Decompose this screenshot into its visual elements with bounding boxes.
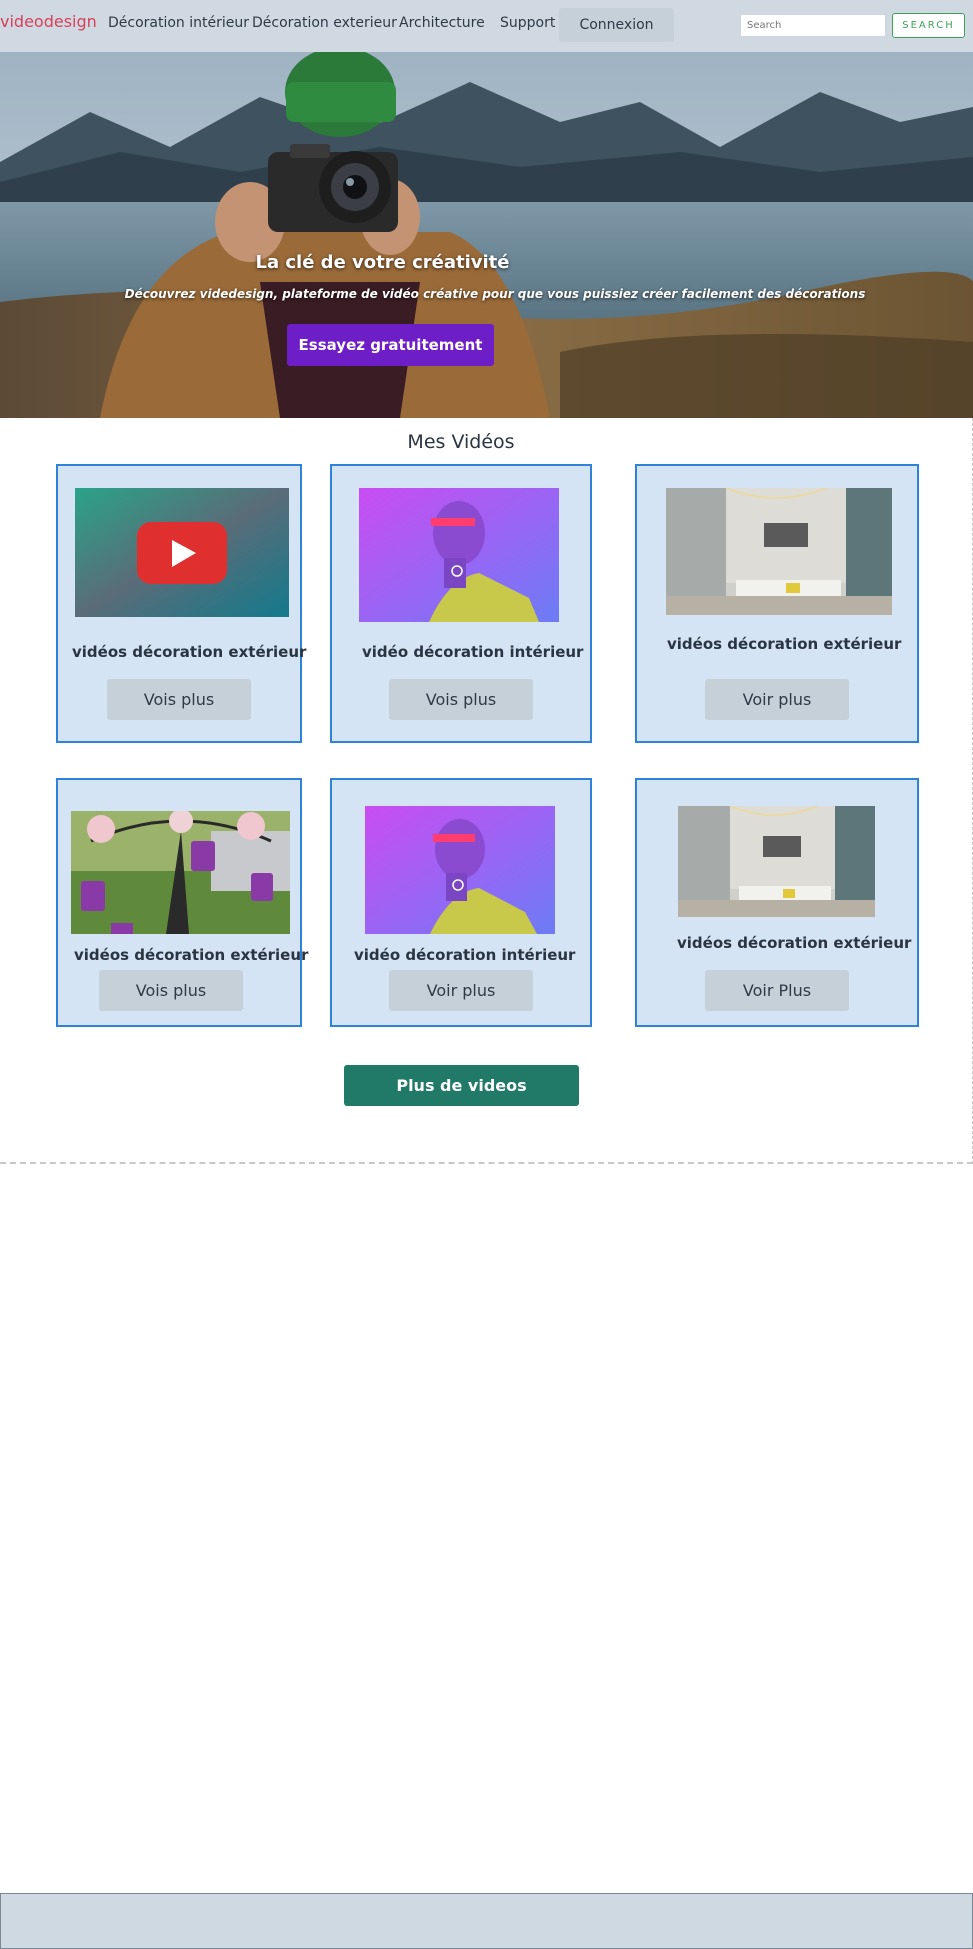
video-card[interactable]: vidéo décoration intérieur Voir plus bbox=[330, 778, 592, 1027]
video-thumbnail[interactable] bbox=[359, 488, 559, 622]
try-free-button[interactable]: Essayez gratuitement bbox=[287, 324, 494, 366]
card-more-button[interactable]: Voir plus bbox=[389, 970, 533, 1011]
hanging-lanterns-thumbnail bbox=[71, 811, 290, 934]
section-title: Mes Vidéos bbox=[407, 431, 515, 453]
video-card[interactable]: vidéos décoration extérieur Voir plus bbox=[635, 464, 919, 743]
video-thumbnail[interactable] bbox=[678, 806, 875, 917]
card-title: vidéos décoration extérieur bbox=[667, 635, 902, 653]
card-title: vidéo décoration intérieur bbox=[362, 643, 584, 661]
neon-portrait-thumbnail bbox=[359, 488, 559, 622]
nav-link-architecture[interactable]: Architecture bbox=[399, 15, 485, 31]
living-room-thumbnail bbox=[666, 488, 892, 615]
nav-link-decoration-interieur[interactable]: Décoration intérieur bbox=[108, 15, 249, 31]
video-card[interactable]: vidéo décoration intérieur Vois plus bbox=[330, 464, 592, 743]
living-room-thumbnail bbox=[678, 806, 875, 917]
video-card[interactable]: vidéos décoration extérieur Voir Plus bbox=[635, 778, 919, 1027]
more-videos-button[interactable]: Plus de videos bbox=[344, 1065, 579, 1106]
card-more-button[interactable]: Voir plus bbox=[705, 679, 849, 720]
card-title: vidéos décoration extérieur bbox=[74, 946, 309, 964]
hero-banner: La clé de votre créativité Découvrez vid… bbox=[0, 52, 973, 418]
neon-portrait-thumbnail bbox=[365, 806, 555, 934]
page-footer bbox=[0, 1893, 973, 1949]
hero-subtitle: Découvrez videdesign, plateforme de vidé… bbox=[124, 287, 866, 301]
card-more-button[interactable]: Vois plus bbox=[107, 679, 251, 720]
search-input[interactable] bbox=[740, 14, 886, 37]
video-card[interactable]: vidéos décoration extérieur Vois plus bbox=[56, 778, 308, 1027]
card-more-button[interactable]: Vois plus bbox=[389, 679, 533, 720]
card-title: vidéo décoration intérieur bbox=[354, 946, 576, 964]
brand-logo[interactable]: videodesign bbox=[0, 12, 97, 31]
top-navbar: videodesign Décoration intérieur Décorat… bbox=[0, 0, 973, 52]
video-thumbnail[interactable] bbox=[666, 488, 892, 615]
nav-link-decoration-exterieur[interactable]: Décoration exterieur bbox=[252, 15, 397, 31]
youtube-thumbnail bbox=[75, 488, 289, 617]
video-thumbnail[interactable] bbox=[75, 488, 289, 617]
card-more-button[interactable]: Voir Plus bbox=[705, 970, 849, 1011]
connexion-button[interactable]: Connexion bbox=[559, 8, 674, 42]
search-button[interactable]: SEARCH bbox=[892, 13, 965, 38]
video-thumbnail[interactable] bbox=[71, 811, 290, 934]
card-title: vidéos décoration extérieur bbox=[72, 643, 307, 661]
card-title: vidéos décoration extérieur bbox=[677, 934, 912, 952]
video-thumbnail[interactable] bbox=[365, 806, 555, 934]
nav-link-support[interactable]: Support bbox=[500, 15, 555, 31]
video-card[interactable]: vidéos décoration extérieur Vois plus bbox=[56, 464, 306, 743]
hero-title: La clé de votre créativité bbox=[255, 252, 510, 273]
card-more-button[interactable]: Vois plus bbox=[99, 970, 243, 1011]
